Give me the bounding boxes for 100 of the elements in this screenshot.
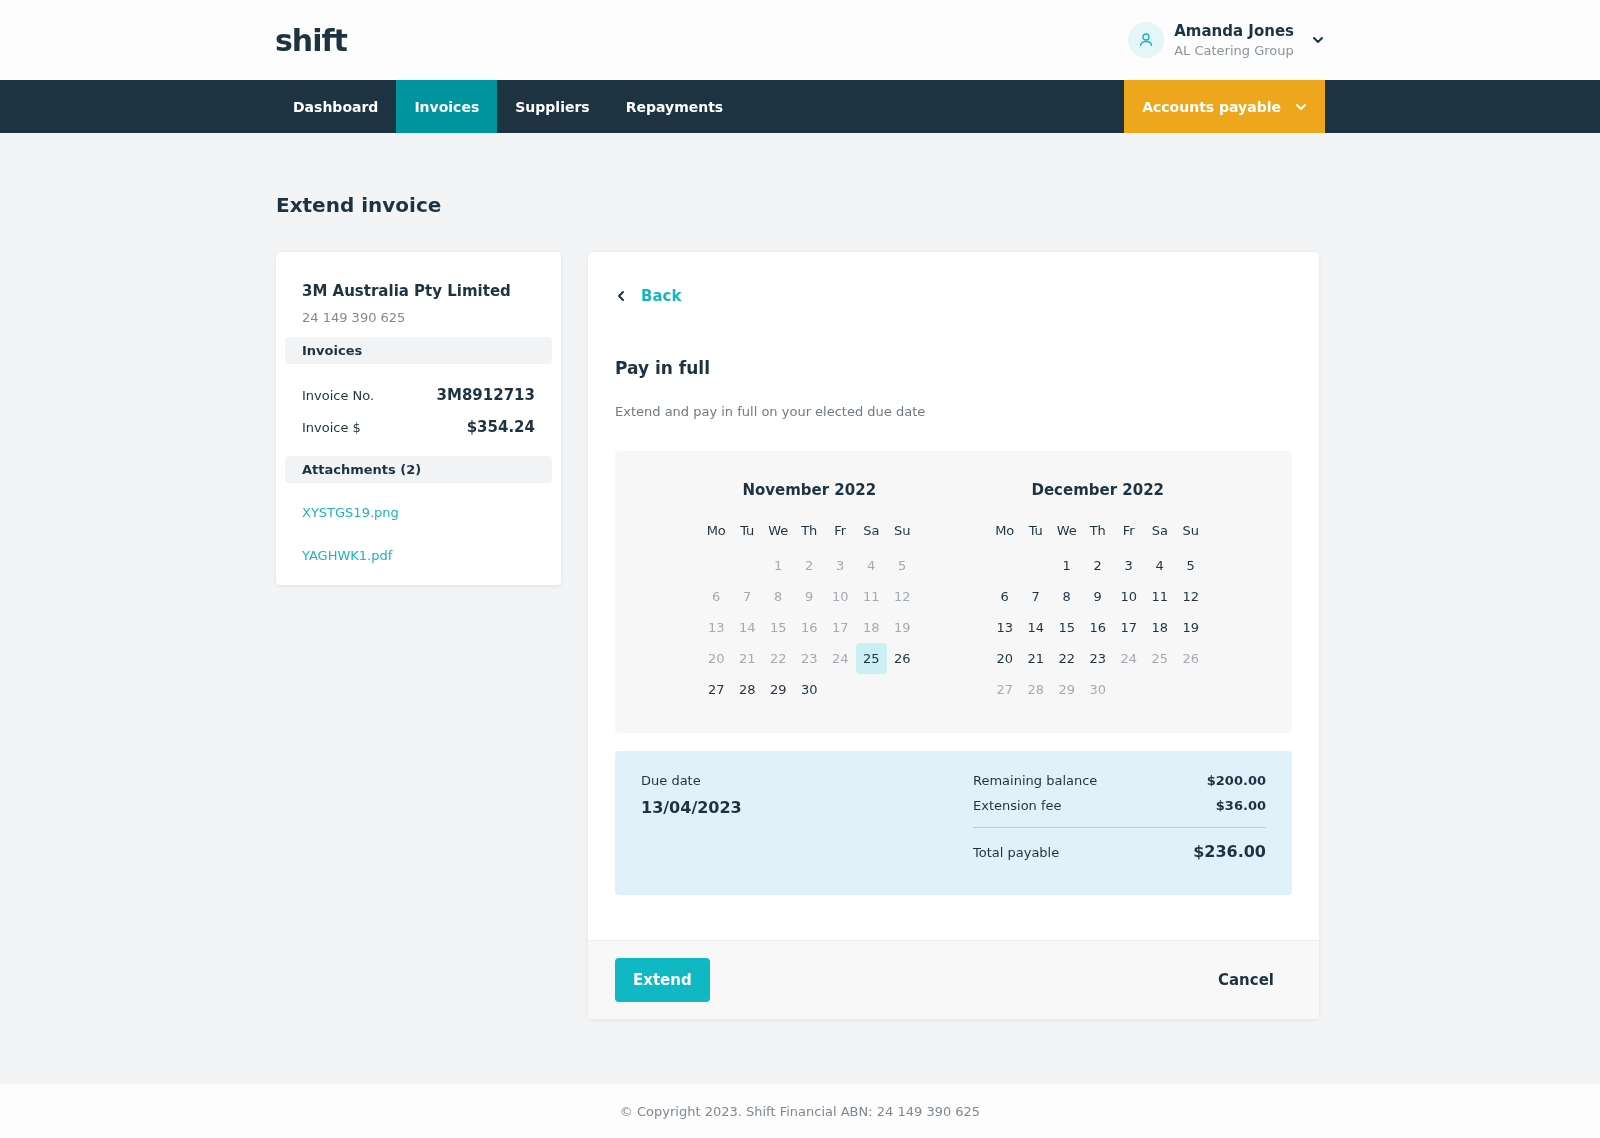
option-title: Pay in full	[615, 358, 711, 378]
calendar-day: 22	[762, 643, 794, 674]
weekday-label: We	[1055, 522, 1078, 540]
page-title: Extend invoice	[276, 193, 443, 217]
weekday-label: Fr	[833, 522, 848, 540]
nav-tab[interactable]: Suppliers	[497, 80, 608, 133]
weekday-label: Th	[1088, 522, 1107, 540]
section-heading: Invoices	[285, 337, 552, 364]
weekday-label: Th	[800, 522, 819, 540]
calendar-day: 5	[886, 550, 918, 581]
weekday-label: Su	[1181, 522, 1200, 540]
nav-tab[interactable]: Invoices	[396, 80, 498, 133]
summary-value: $200.00	[1206, 773, 1266, 788]
calendar-day: 4	[855, 550, 887, 581]
calendar-day: 10	[824, 581, 856, 612]
calendar-day[interactable]: 3	[1113, 550, 1145, 581]
user-menu-chevron-icon	[1312, 34, 1324, 46]
calendar-day[interactable]: 15	[1051, 612, 1083, 643]
due-date-value: 13/04/2023	[641, 798, 742, 817]
weekday-label: Tu	[1027, 522, 1044, 540]
calendar-day[interactable]: 23	[1082, 643, 1114, 674]
calendar-day[interactable]: 16	[1082, 612, 1114, 643]
calendar-day[interactable]: 22	[1051, 643, 1083, 674]
cancel-button[interactable]: Cancel	[1200, 971, 1292, 989]
field-label: Invoice No.	[302, 388, 375, 403]
total-value: $236.00	[1193, 842, 1266, 861]
weekday-label: Sa	[862, 522, 881, 540]
field-value: 3M8912713	[436, 386, 535, 404]
field-label: Invoice $	[302, 420, 361, 435]
summary-value: $36.00	[1215, 798, 1266, 813]
calendar-day: 16	[793, 612, 825, 643]
calendar-day[interactable]: 13	[989, 612, 1021, 643]
logo: shift	[275, 22, 347, 58]
calendar-day[interactable]: 17	[1113, 612, 1145, 643]
calendar-day: 29	[1051, 674, 1083, 705]
month-title: November 2022	[741, 481, 878, 499]
calendar-day[interactable]: 2	[1082, 550, 1114, 581]
calendar-day[interactable]: 4	[1144, 550, 1176, 581]
user-name: Amanda Jones	[1174, 22, 1294, 40]
summary-label: Remaining balance	[973, 773, 1098, 788]
calendar-day[interactable]: 28	[731, 674, 763, 705]
calendar-day[interactable]: 14	[1020, 612, 1052, 643]
calendar-day[interactable]: 1	[1051, 550, 1083, 581]
calendar-day[interactable]: 30	[793, 674, 825, 705]
calendar-day: 30	[1082, 674, 1114, 705]
calendar-day[interactable]: 9	[1082, 581, 1114, 612]
calendar-day[interactable]: 7	[1020, 581, 1052, 612]
total-label: Total payable	[973, 845, 1060, 860]
copyright-text: © Copyright 2023. Shift Financial ABN: 24 149 390 625	[619, 1103, 981, 1119]
calendar-day[interactable]: 20	[989, 643, 1021, 674]
calendar-day[interactable]: 25	[855, 643, 887, 674]
weekday-label: We	[767, 522, 790, 540]
nav-tab[interactable]: Repayments	[607, 80, 742, 133]
supplier-name: 3M Australia Pty Limited	[301, 282, 512, 300]
calendar-day: 6	[700, 581, 732, 612]
calendar-day[interactable]: 21	[1020, 643, 1052, 674]
summary-label: Extension fee	[973, 798, 1062, 813]
calendar-day[interactable]: 11	[1144, 581, 1176, 612]
calendar-day: 24	[824, 643, 856, 674]
calendar-day: 25	[1144, 643, 1176, 674]
calendar-day[interactable]: 10	[1113, 581, 1145, 612]
calendar-day[interactable]: 12	[1175, 581, 1207, 612]
calendar-day: 13	[700, 612, 732, 643]
company-name: AL Catering Group	[1174, 43, 1294, 58]
calendar-day: 27	[989, 674, 1021, 705]
calendar-day: 15	[762, 612, 794, 643]
option-description: Extend and pay in full on your elected due date	[615, 404, 927, 419]
calendar-day[interactable]: 18	[1144, 612, 1176, 643]
calendar-day: 8	[762, 581, 794, 612]
calendar-day[interactable]: 29	[762, 674, 794, 705]
calendar-day: 20	[700, 643, 732, 674]
calendar-day[interactable]: 26	[886, 643, 918, 674]
calendar-day: 23	[793, 643, 825, 674]
weekday-label: Tu	[739, 522, 756, 540]
calendar-day: 1	[762, 550, 794, 581]
calendar-day: 2	[793, 550, 825, 581]
weekday-label: Mo	[994, 522, 1016, 540]
weekday-label: Sa	[1150, 522, 1169, 540]
calendar-day: 28	[1020, 674, 1052, 705]
user-avatar-icon	[1128, 22, 1165, 58]
calendar-day: 14	[731, 612, 763, 643]
calendar-day[interactable]: 5	[1175, 550, 1207, 581]
calendar-day: 12	[886, 581, 918, 612]
supplier-abn: 24 149 390 625	[301, 310, 407, 325]
calendar-day: 19	[886, 612, 918, 643]
back-chevron-icon	[615, 290, 627, 302]
calendar-day[interactable]: 6	[989, 581, 1021, 612]
month-title: December 2022	[1030, 481, 1166, 499]
calendar-day: 18	[855, 612, 887, 643]
calendar-day: 21	[731, 643, 763, 674]
weekday-label: Mo	[705, 522, 727, 540]
nav-tab[interactable]: Dashboard	[275, 80, 397, 133]
calendar-day: 24	[1113, 643, 1145, 674]
calendar-day: 7	[731, 581, 763, 612]
section-heading: Attachments (2)	[285, 456, 552, 483]
calendar-day: 17	[824, 612, 856, 643]
calendar-day: 3	[824, 550, 856, 581]
calendar-day[interactable]: 27	[700, 674, 732, 705]
calendar-day[interactable]: 8	[1051, 581, 1083, 612]
calendar-day[interactable]: 19	[1175, 612, 1207, 643]
